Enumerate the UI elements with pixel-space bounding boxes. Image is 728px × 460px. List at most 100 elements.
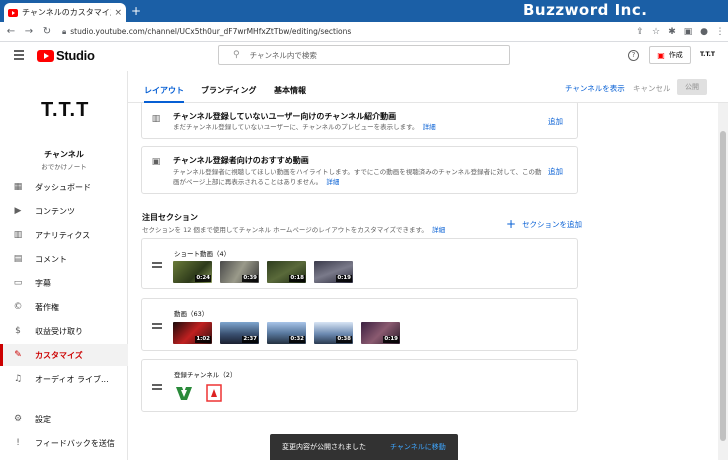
channel-avatar[interactable]	[174, 384, 194, 402]
studio-logo-text: Studio	[56, 48, 95, 63]
address-bar[interactable]: 🔒︎ studio.youtube.com/channel/UCx5th0ur_d…	[62, 27, 632, 37]
help-icon[interactable]: ?	[628, 50, 639, 61]
toast-notification: 変更内容が公開されました チャンネルに移動	[270, 434, 458, 460]
feedback-icon: !	[16, 438, 20, 448]
video-duration: 0:18	[289, 275, 305, 282]
sections-learn-more-link[interactable]: 詳細	[432, 226, 445, 234]
featured-video-card: ▣ チャンネル登録者向けのおすすめ動画 チャンネル登録者に視聴してほしい動画をハ…	[141, 146, 578, 194]
plus-icon: +	[506, 217, 517, 231]
featured-video-icon: ▣	[151, 157, 161, 167]
video-thumbnail[interactable]: 0:19	[314, 261, 353, 283]
search-icon: ⚲	[233, 50, 240, 60]
scrollbar-thumb[interactable]	[720, 131, 726, 441]
video-thumbnail[interactable]: 0:32	[267, 322, 306, 344]
sidepanel-icon[interactable]: ▣	[680, 27, 696, 37]
sidebar-item-comments[interactable]: ▤ コメント	[0, 248, 128, 270]
tab-close-icon[interactable]: ×	[114, 8, 122, 18]
video-thumbnail[interactable]: 2:37	[220, 322, 259, 344]
extensions-icon[interactable]: ✱	[664, 27, 680, 37]
featured-sections-title: 注目セクション	[142, 213, 198, 222]
video-thumbnail[interactable]: 0:39	[220, 261, 259, 283]
trailer-description: まだチャンネル登録していないユーザーに、チャンネルのプレビューを表示します。 詳…	[173, 123, 436, 131]
video-thumbnail[interactable]: 0:18	[267, 261, 306, 283]
video-duration: 0:32	[289, 336, 305, 343]
drag-handle-icon[interactable]	[152, 323, 162, 331]
create-video-icon: ▣	[657, 50, 665, 60]
audio-library-icon: ♫	[13, 374, 23, 384]
sidebar-item-label: アナリティクス	[35, 230, 91, 240]
channel-avatar[interactable]	[204, 384, 224, 402]
trailer-video-icon: ▥	[151, 114, 161, 124]
back-icon[interactable]: ←	[4, 26, 18, 37]
content-icon: ▶	[14, 206, 22, 216]
section-shorts[interactable]: ショート動画（4） 0:24 0:39 0:18 0:19	[141, 238, 578, 289]
sidebar-item-feedback[interactable]: ! フィードバックを送信	[0, 432, 128, 454]
view-channel-link[interactable]: チャンネルを表示	[565, 83, 625, 94]
search-placeholder: チャンネル内で検索	[249, 50, 317, 60]
trailer-add-button[interactable]: 追加	[548, 116, 563, 127]
tab-title: チャンネルのカスタマイズ - YouTube Studio	[22, 8, 112, 17]
comment-icon: ▤	[13, 254, 23, 264]
sidebar-item-analytics[interactable]: ▥ アナリティクス	[0, 224, 128, 246]
trailer-title: チャンネル登録していないユーザー向けのチャンネル紹介動画	[173, 112, 397, 121]
sidebar-item-label: ダッシュボード	[35, 182, 91, 192]
cancel-button[interactable]: キャンセル	[633, 83, 671, 94]
studio-logo[interactable]: Studio	[37, 48, 95, 63]
drag-handle-icon[interactable]	[152, 262, 162, 270]
section-subscribed-channels[interactable]: 登録チャンネル（2）	[141, 359, 578, 412]
video-thumbnail[interactable]: 0:19	[361, 322, 400, 344]
sidebar-item-label: 設定	[35, 414, 51, 424]
url-text: studio.youtube.com/channel/UCx5th0ur_dF7…	[70, 26, 352, 36]
share-icon[interactable]: ⇪	[632, 27, 648, 37]
sidebar-item-copyright[interactable]: © 著作権	[0, 296, 128, 318]
scrollbar[interactable]	[718, 103, 728, 460]
create-button[interactable]: ▣ 作成	[649, 46, 691, 64]
bookmark-star-icon[interactable]: ☆	[648, 27, 664, 37]
publish-button[interactable]: 公開	[677, 79, 707, 95]
sidebar-item-label: フィードバックを送信	[35, 438, 115, 448]
browser-tab[interactable]: チャンネルのカスタマイズ - YouTube Studio ×	[4, 3, 126, 22]
browser-window: チャンネルのカスタマイズ - YouTube Studio × + Buzzwo…	[0, 0, 728, 460]
video-thumbnail[interactable]: 1:02	[173, 322, 212, 344]
sidebar: T.T.T チャンネル おでかけノート ▦ ダッシュボード ▶ コンテンツ ▥ アナリ…	[0, 71, 128, 460]
sidebar-item-customize[interactable]: ✎ カスタマイズ	[0, 344, 128, 366]
avatar[interactable]: T.T.T	[700, 51, 715, 58]
reload-icon[interactable]: ↻	[40, 26, 54, 37]
featured-add-button[interactable]: 追加	[548, 166, 563, 177]
search-input[interactable]: ⚲ チャンネル内で検索	[218, 45, 510, 65]
sidebar-item-content[interactable]: ▶ コンテンツ	[0, 200, 128, 222]
drag-handle-icon[interactable]	[152, 384, 162, 392]
section-videos[interactable]: 動画（63） 1:02 2:37 0:32 0:38 0:19	[141, 298, 578, 351]
sidebar-item-settings[interactable]: ⚙ 設定	[0, 408, 128, 430]
video-duration: 0:19	[383, 336, 399, 343]
profile-icon[interactable]: ●	[696, 27, 712, 37]
sidebar-item-earn[interactable]: $ 収益受け取り	[0, 320, 128, 342]
featured-learn-more-link[interactable]: 詳細	[326, 178, 339, 186]
toast-go-to-channel-link[interactable]: チャンネルに移動	[390, 442, 446, 452]
customization-tabs: レイアウト ブランディング 基本情報 チャンネルを表示 キャンセル 公開	[128, 71, 728, 103]
trailer-learn-more-link[interactable]: 詳細	[423, 123, 436, 131]
tab-basic-info[interactable]: 基本情報	[274, 85, 306, 96]
sidebar-item-label: オーディオ ライブ...	[35, 374, 109, 384]
forward-icon[interactable]: →	[22, 26, 36, 37]
tab-layout[interactable]: レイアウト	[144, 85, 184, 96]
section-title: 動画（63）	[174, 310, 209, 318]
video-duration: 0:39	[242, 275, 258, 282]
add-section-button[interactable]: + セクションを追加	[506, 216, 582, 231]
channel-logo[interactable]: T.T.T	[41, 99, 89, 122]
copyright-icon: ©	[13, 302, 23, 312]
featured-video-title: チャンネル登録者向けのおすすめ動画	[173, 156, 309, 165]
sidebar-item-dashboard[interactable]: ▦ ダッシュボード	[0, 176, 128, 198]
browser-menu-icon[interactable]: ⋮	[712, 27, 728, 37]
sidebar-item-label: コメント	[35, 254, 67, 264]
subtitles-icon: ▭	[13, 278, 23, 288]
tab-branding[interactable]: ブランディング	[201, 85, 256, 96]
lock-icon: 🔒︎	[62, 26, 67, 36]
video-thumbnail[interactable]: 0:38	[314, 322, 353, 344]
hamburger-menu-icon[interactable]	[14, 50, 24, 62]
video-duration: 2:37	[242, 336, 258, 343]
new-tab-button[interactable]: +	[131, 4, 141, 18]
sidebar-item-subtitles[interactable]: ▭ 字幕	[0, 272, 128, 294]
sidebar-item-audio-library[interactable]: ♫ オーディオ ライブ...	[0, 368, 128, 390]
video-thumbnail[interactable]: 0:24	[173, 261, 212, 283]
